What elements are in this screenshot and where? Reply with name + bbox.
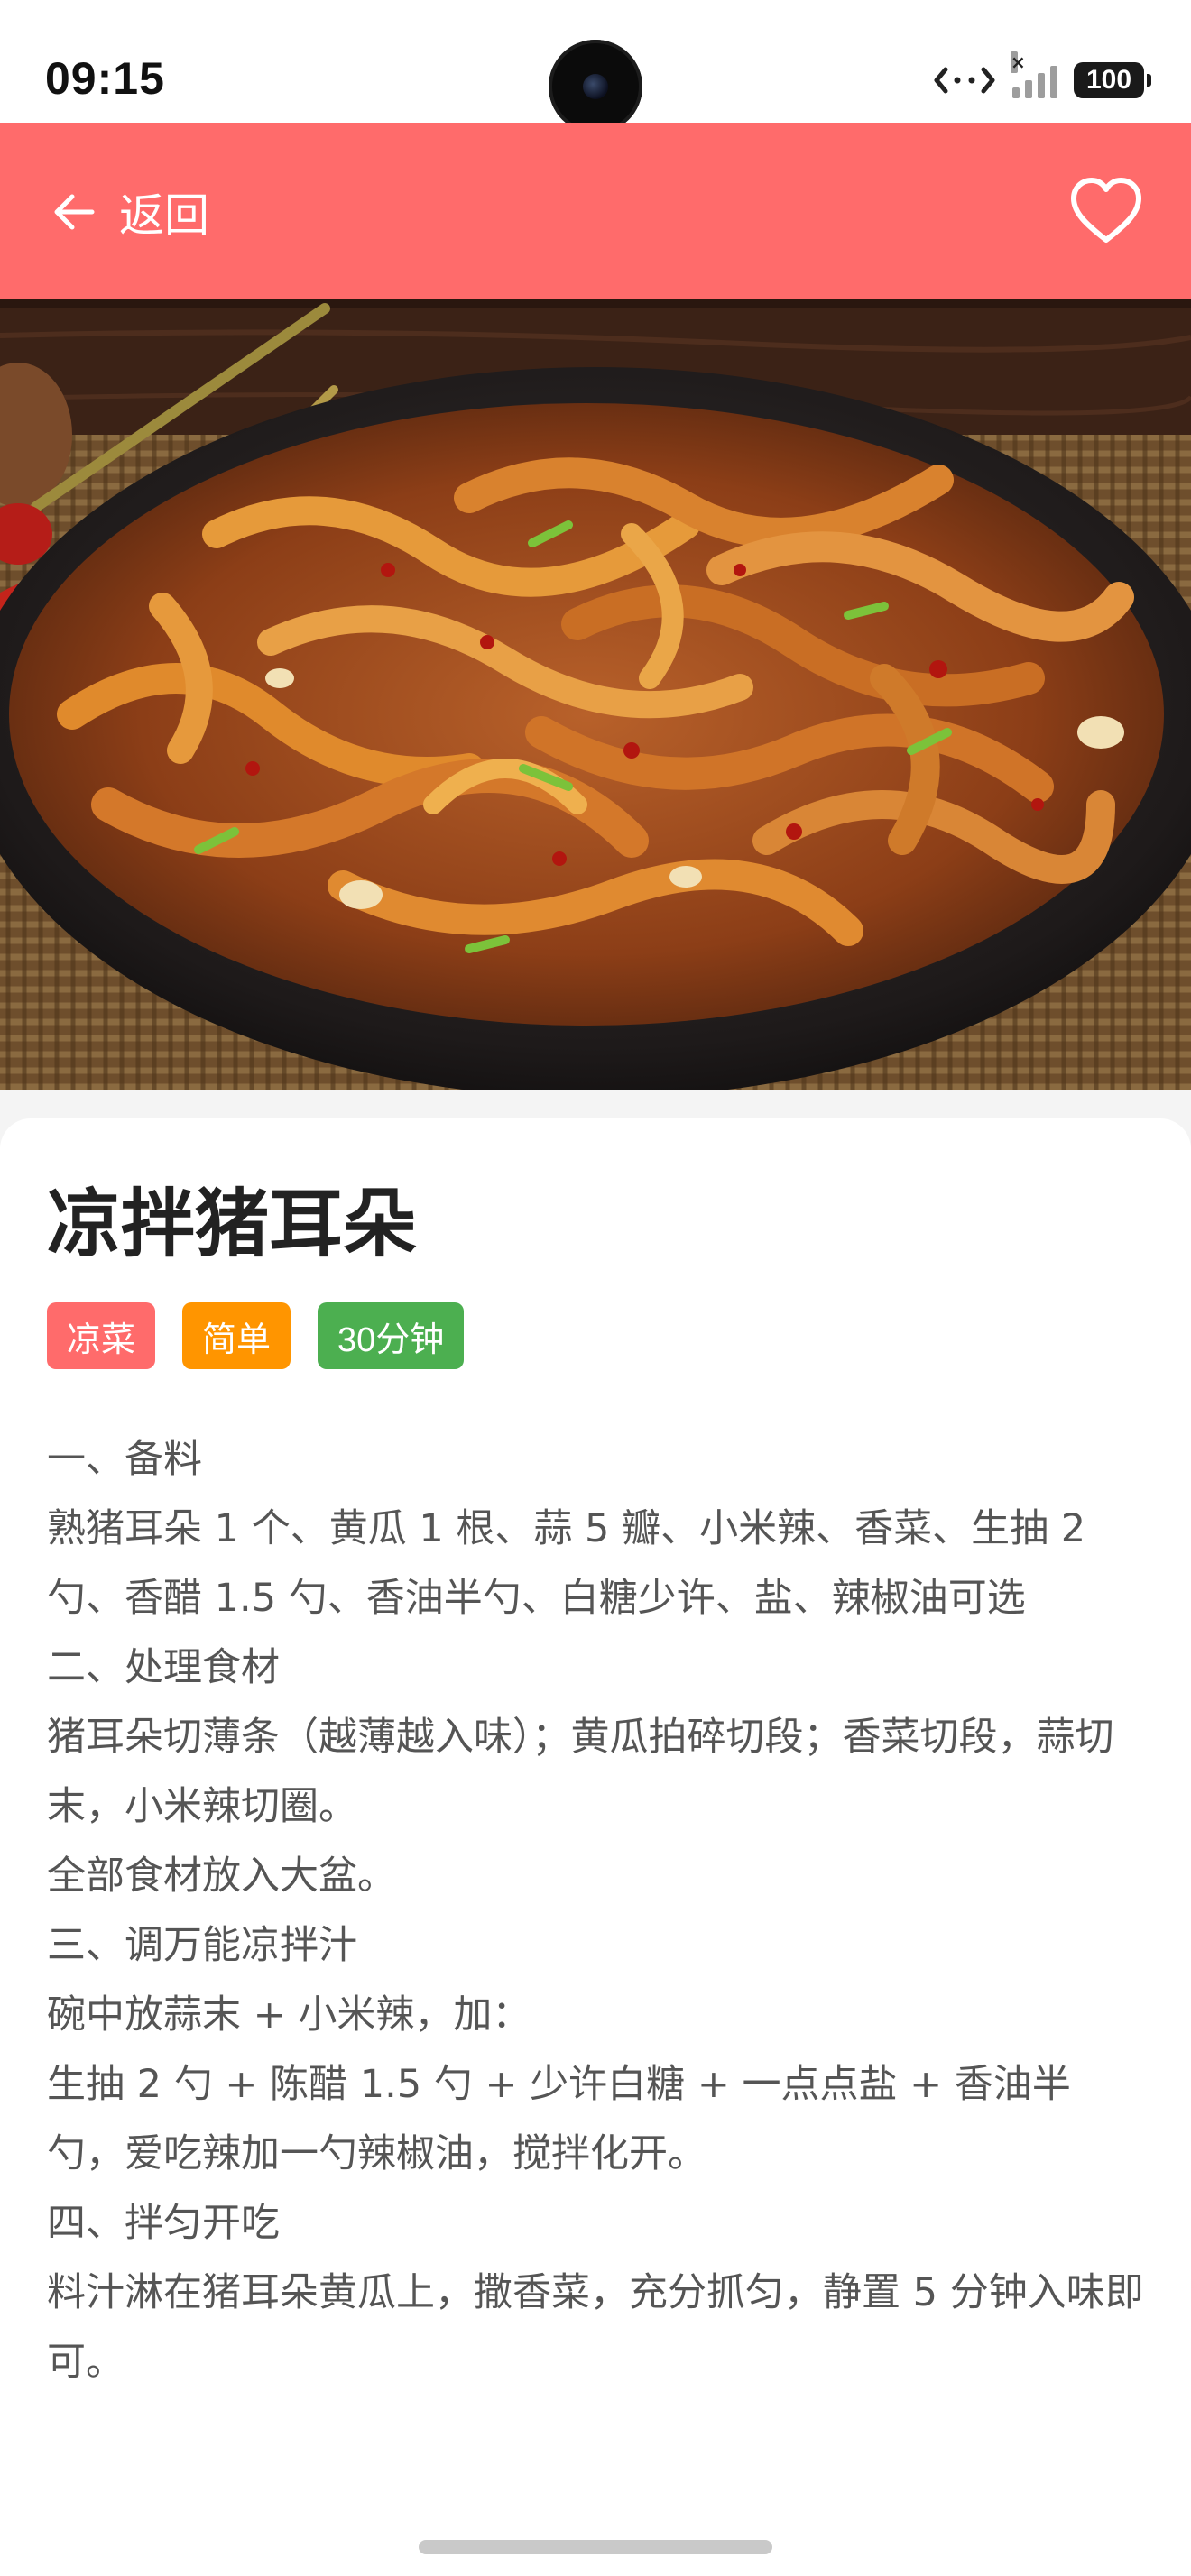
data-transfer-icon (934, 67, 995, 94)
arrow-left-icon (54, 194, 95, 230)
heart-outline-icon (1071, 178, 1141, 243)
status-icons: × 100 (933, 51, 1151, 103)
tag-category: 凉菜 (47, 1302, 156, 1369)
back-label: 返回 (119, 190, 209, 241)
back-button[interactable]: 返回 (51, 180, 209, 244)
no-service-x-icon: × (1011, 51, 1026, 73)
sauce-text-2: 生抽 2 勺 + 陈醋 1.5 勺 + 少许白糖 + 一点点盐 + 香油半勺，爱… (47, 2062, 1071, 2176)
recipe-content-card: 凉拌猪耳朵 凉菜 简单 30分钟 一、备料 熟猪耳朵 1 个、黄瓜 1 根、蒜 … (0, 1118, 1191, 2576)
section-heading-mix: 四、拌匀开吃 (47, 2201, 280, 2246)
recipe-photo (0, 299, 1191, 1090)
tag-difficulty: 简单 (182, 1302, 291, 1369)
app-header: 返回 (0, 123, 1191, 299)
tag-duration: 30分钟 (318, 1302, 465, 1369)
home-indicator[interactable] (419, 2540, 772, 2554)
processing-text-2: 全部食材放入大盆。 (47, 1854, 396, 1899)
battery-level: 100 (1085, 65, 1132, 95)
section-heading-sauce: 三、调万能凉拌汁 (47, 1923, 357, 1968)
processing-text: 猪耳朵切薄条（越薄越入味）；黄瓜拍碎切段；香菜切段，蒜切末，小米辣切圈。 (47, 1715, 1114, 1829)
ingredients-text: 熟猪耳朵 1 个、黄瓜 1 根、蒜 5 瓣、小米辣、香菜、生抽 2 勺、香醋 1… (47, 1506, 1086, 1621)
mix-text: 料汁淋在猪耳朵黄瓜上，撒香菜，充分抓匀，静置 5 分钟入味即可。 (47, 2270, 1144, 2385)
recipe-instructions: 一、备料 熟猪耳朵 1 个、黄瓜 1 根、蒜 5 瓣、小米辣、香菜、生抽 2 勺… (47, 1425, 1144, 2397)
recipe-title: 凉拌猪耳朵 (47, 1182, 418, 1267)
cellular-signal-icon: × (1011, 51, 1057, 98)
recipe-tags: 凉菜 简单 30分钟 (47, 1302, 465, 1369)
front-camera (549, 40, 642, 133)
section-heading-prep: 一、备料 (47, 1437, 202, 1482)
section-heading-processing: 二、处理食材 (47, 1645, 280, 1690)
status-bar: 09:15 × 100 (0, 0, 1191, 133)
sauce-text: 碗中放蒜末 + 小米辣，加： (47, 1992, 531, 2038)
favorite-button[interactable] (1068, 175, 1144, 247)
battery-icon: 100 (1074, 62, 1151, 98)
status-time: 09:15 (45, 53, 165, 104)
